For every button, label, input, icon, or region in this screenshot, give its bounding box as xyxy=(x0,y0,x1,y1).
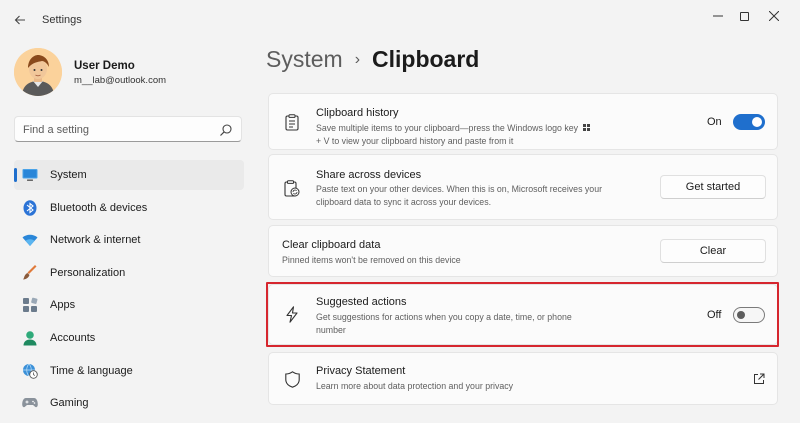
sidebar-item-network[interactable]: Network & internet xyxy=(14,225,244,255)
clear-clipboard-card: Clear clipboard data Pinned items won't … xyxy=(268,225,778,277)
bluetooth-icon xyxy=(22,199,38,216)
maximize-button[interactable] xyxy=(730,6,758,26)
sidebar-nav: System Bluetooth & devices Network & int… xyxy=(14,160,244,421)
clear-button[interactable]: Clear xyxy=(660,239,766,263)
breadcrumb: System › Clipboard xyxy=(266,46,479,73)
monitor-icon xyxy=(22,167,38,183)
gamepad-icon xyxy=(22,395,38,411)
apps-icon xyxy=(22,297,38,313)
sidebar-item-personalization[interactable]: Personalization xyxy=(14,258,244,288)
external-link-icon[interactable] xyxy=(753,372,765,390)
card-description-line: clipboard data to sync it across your de… xyxy=(316,196,492,207)
close-icon xyxy=(769,11,779,21)
suggested-actions-toggle[interactable] xyxy=(733,307,765,323)
card-title: Clipboard history xyxy=(316,107,399,119)
globe-clock-icon xyxy=(22,363,38,379)
sidebar-item-system[interactable]: System xyxy=(14,160,244,190)
sidebar-item-label: System xyxy=(50,169,87,181)
card-title: Suggested actions xyxy=(316,296,407,308)
card-description: Get suggestions for actions when you cop… xyxy=(316,311,572,336)
user-name: User Demo xyxy=(74,60,135,72)
sidebar-item-accounts[interactable]: Accounts xyxy=(14,323,244,353)
card-description: Pinned items won't be removed on this de… xyxy=(282,255,461,265)
breadcrumb-parent[interactable]: System xyxy=(266,46,343,73)
search-input[interactable] xyxy=(23,121,213,138)
card-description: Save multiple items to your clipboard—pr… xyxy=(316,122,590,147)
brush-icon xyxy=(22,264,38,281)
sidebar-item-gaming[interactable]: Gaming xyxy=(14,388,244,418)
card-description: Learn more about data protection and you… xyxy=(316,381,514,391)
card-description-line: Save multiple items to your clipboard—pr… xyxy=(316,123,579,133)
sidebar-item-bluetooth[interactable]: Bluetooth & devices xyxy=(14,193,244,223)
arrow-left-icon xyxy=(14,15,25,25)
toggle-state-label: On xyxy=(707,116,722,128)
person-icon xyxy=(22,330,38,346)
lightning-bolt-icon xyxy=(283,305,301,323)
avatar-illustration-icon xyxy=(14,48,62,96)
sidebar-item-label: Bluetooth & devices xyxy=(50,201,148,214)
sidebar-item-label: Accounts xyxy=(50,331,96,344)
sidebar-item-time-language[interactable]: Time & language xyxy=(14,356,244,386)
card-description: Paste text on your other devices. When t… xyxy=(316,183,602,208)
toggle-state-label: Off xyxy=(707,309,722,321)
card-title: Share across devices xyxy=(316,169,422,181)
clipboard-history-toggle[interactable] xyxy=(733,114,765,130)
sidebar-item-label: Apps xyxy=(50,299,76,312)
privacy-statement-card[interactable]: Privacy Statement Learn more about data … xyxy=(268,352,778,405)
card-title: Clear clipboard data xyxy=(282,239,381,251)
toggle-knob xyxy=(737,311,745,319)
title-bar: Settings xyxy=(0,0,800,40)
sidebar-item-label: Gaming xyxy=(50,397,89,410)
window-title: Settings xyxy=(42,14,82,26)
sidebar-item-apps[interactable]: Apps xyxy=(14,290,244,320)
card-description-line: Paste text on your other devices. When t… xyxy=(316,184,603,194)
clipboard-sync-icon xyxy=(283,179,301,197)
chevron-right-icon: › xyxy=(354,50,361,68)
wifi-icon xyxy=(22,232,38,248)
maximize-icon xyxy=(739,11,749,21)
back-button[interactable] xyxy=(8,8,32,32)
windows-logo-icon xyxy=(582,122,590,135)
share-across-devices-card: Share across devices Paste text on your … xyxy=(268,154,778,220)
search-icon[interactable] xyxy=(219,123,233,137)
shield-icon xyxy=(283,370,301,388)
close-button[interactable] xyxy=(760,6,788,26)
sidebar-item-label: Personalization xyxy=(50,266,126,279)
user-email: m__lab@outlook.com xyxy=(74,75,167,86)
sidebar-item-label: Time & language xyxy=(50,364,133,377)
get-started-button[interactable]: Get started xyxy=(660,175,766,199)
page-title: Clipboard xyxy=(372,46,480,72)
suggested-actions-card: Suggested actions Get suggestions for ac… xyxy=(268,284,778,345)
toggle-knob xyxy=(752,117,762,127)
sidebar-item-label: Network & internet xyxy=(50,234,141,247)
card-description-line: number xyxy=(316,324,346,335)
search-box[interactable] xyxy=(14,116,242,142)
avatar[interactable] xyxy=(14,48,62,96)
minimize-icon xyxy=(713,15,723,17)
minimize-button[interactable] xyxy=(704,6,732,26)
card-description-line: Get suggestions for actions when you cop… xyxy=(316,312,572,322)
clipboard-history-card: Clipboard history Save multiple items to… xyxy=(268,93,778,150)
clipboard-list-icon xyxy=(283,113,301,131)
card-description-line: + V to view your clipboard history and p… xyxy=(316,135,514,146)
card-title: Privacy Statement xyxy=(316,365,406,377)
